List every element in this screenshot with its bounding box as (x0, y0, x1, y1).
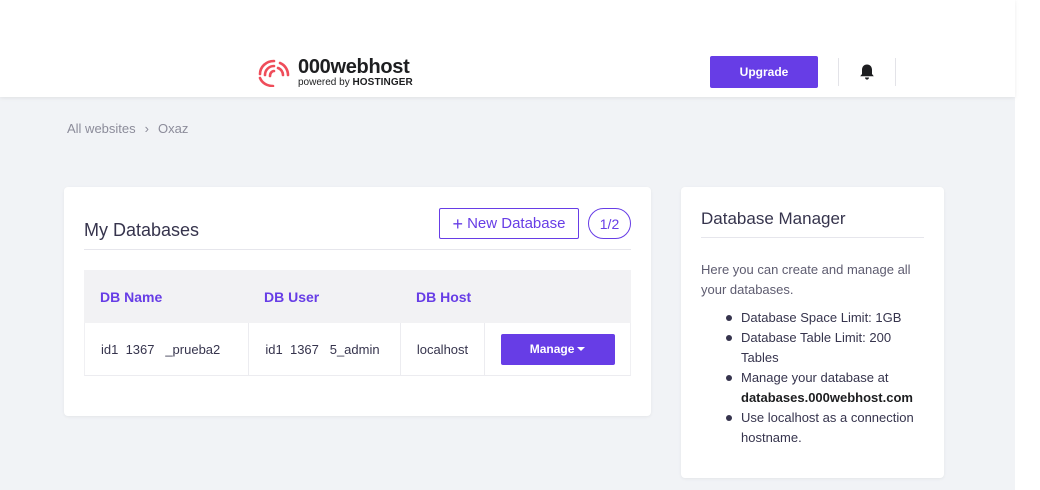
new-database-label: New Database (467, 215, 566, 232)
databases-title: My Databases (84, 220, 200, 240)
list-item: Database Table Limit: 200 Tables (721, 328, 931, 368)
logo[interactable]: 000webhost powered by HOSTINGER (256, 56, 413, 88)
caret-down-icon (577, 347, 586, 351)
column-header-db-user: DB User (264, 288, 320, 305)
db-host-cell: localhost (399, 323, 484, 375)
000webhost-logo-icon (258, 59, 290, 87)
column-header-db-name: DB Name (100, 288, 163, 305)
list-item: Use localhost as a connection hostname. (721, 408, 931, 448)
table-header: DB Name DB User DB Host (84, 270, 631, 323)
database-manager-link[interactable]: databases.000webhost.com (741, 390, 913, 405)
plus-icon: + (452, 213, 464, 234)
my-databases-card: My Databases + New Database 1/2 DB Name … (64, 187, 651, 416)
logo-tagline: powered by HOSTINGER (298, 76, 413, 88)
list-item: Database Space Limit: 1GB (721, 308, 931, 328)
divider (84, 249, 631, 250)
database-manager-description: Here you can create and manage all your … (701, 262, 911, 297)
breadcrumb-current: Oxaz (157, 121, 189, 136)
database-manager-info-list: Database Space Limit: 1GB Database Table… (721, 308, 931, 448)
databases-table: DB Name DB User DB Host id1 1367 _prueba… (84, 270, 631, 376)
upgrade-button[interactable]: Upgrade (710, 56, 818, 88)
logo-name: 000webhost (298, 55, 410, 78)
breadcrumb-all-websites[interactable]: All websites (67, 121, 136, 136)
header-divider (895, 58, 896, 86)
new-database-button[interactable]: + New Database (439, 208, 579, 239)
database-count-badge: 1/2 (588, 208, 631, 239)
actions-cell: Manage (483, 323, 630, 375)
divider (701, 237, 924, 238)
db-user-cell: id1 1367 5_admin (248, 323, 399, 375)
column-header-db-host: DB Host (416, 288, 472, 305)
manage-label: Manage (529, 342, 575, 356)
db-name-cell: id1 1367 _prueba2 (101, 341, 221, 357)
header-divider (838, 58, 839, 86)
bell-icon[interactable] (857, 62, 877, 82)
top-header: 000webhost powered by HOSTINGER Upgrade (0, 0, 1015, 97)
breadcrumb-separator: › (144, 121, 149, 136)
database-manager-card: Database Manager Here you can create and… (681, 187, 944, 478)
column-header-actions (484, 270, 631, 323)
table-row: id1 1367 _prueba2 id1 1367 5_admin local… (84, 323, 631, 376)
database-manager-title: Database Manager (701, 209, 846, 228)
list-item: Manage your database at databases.000web… (721, 368, 931, 408)
breadcrumb: All websites › Oxaz (67, 121, 188, 136)
manage-dropdown-button[interactable]: Manage (500, 333, 615, 365)
